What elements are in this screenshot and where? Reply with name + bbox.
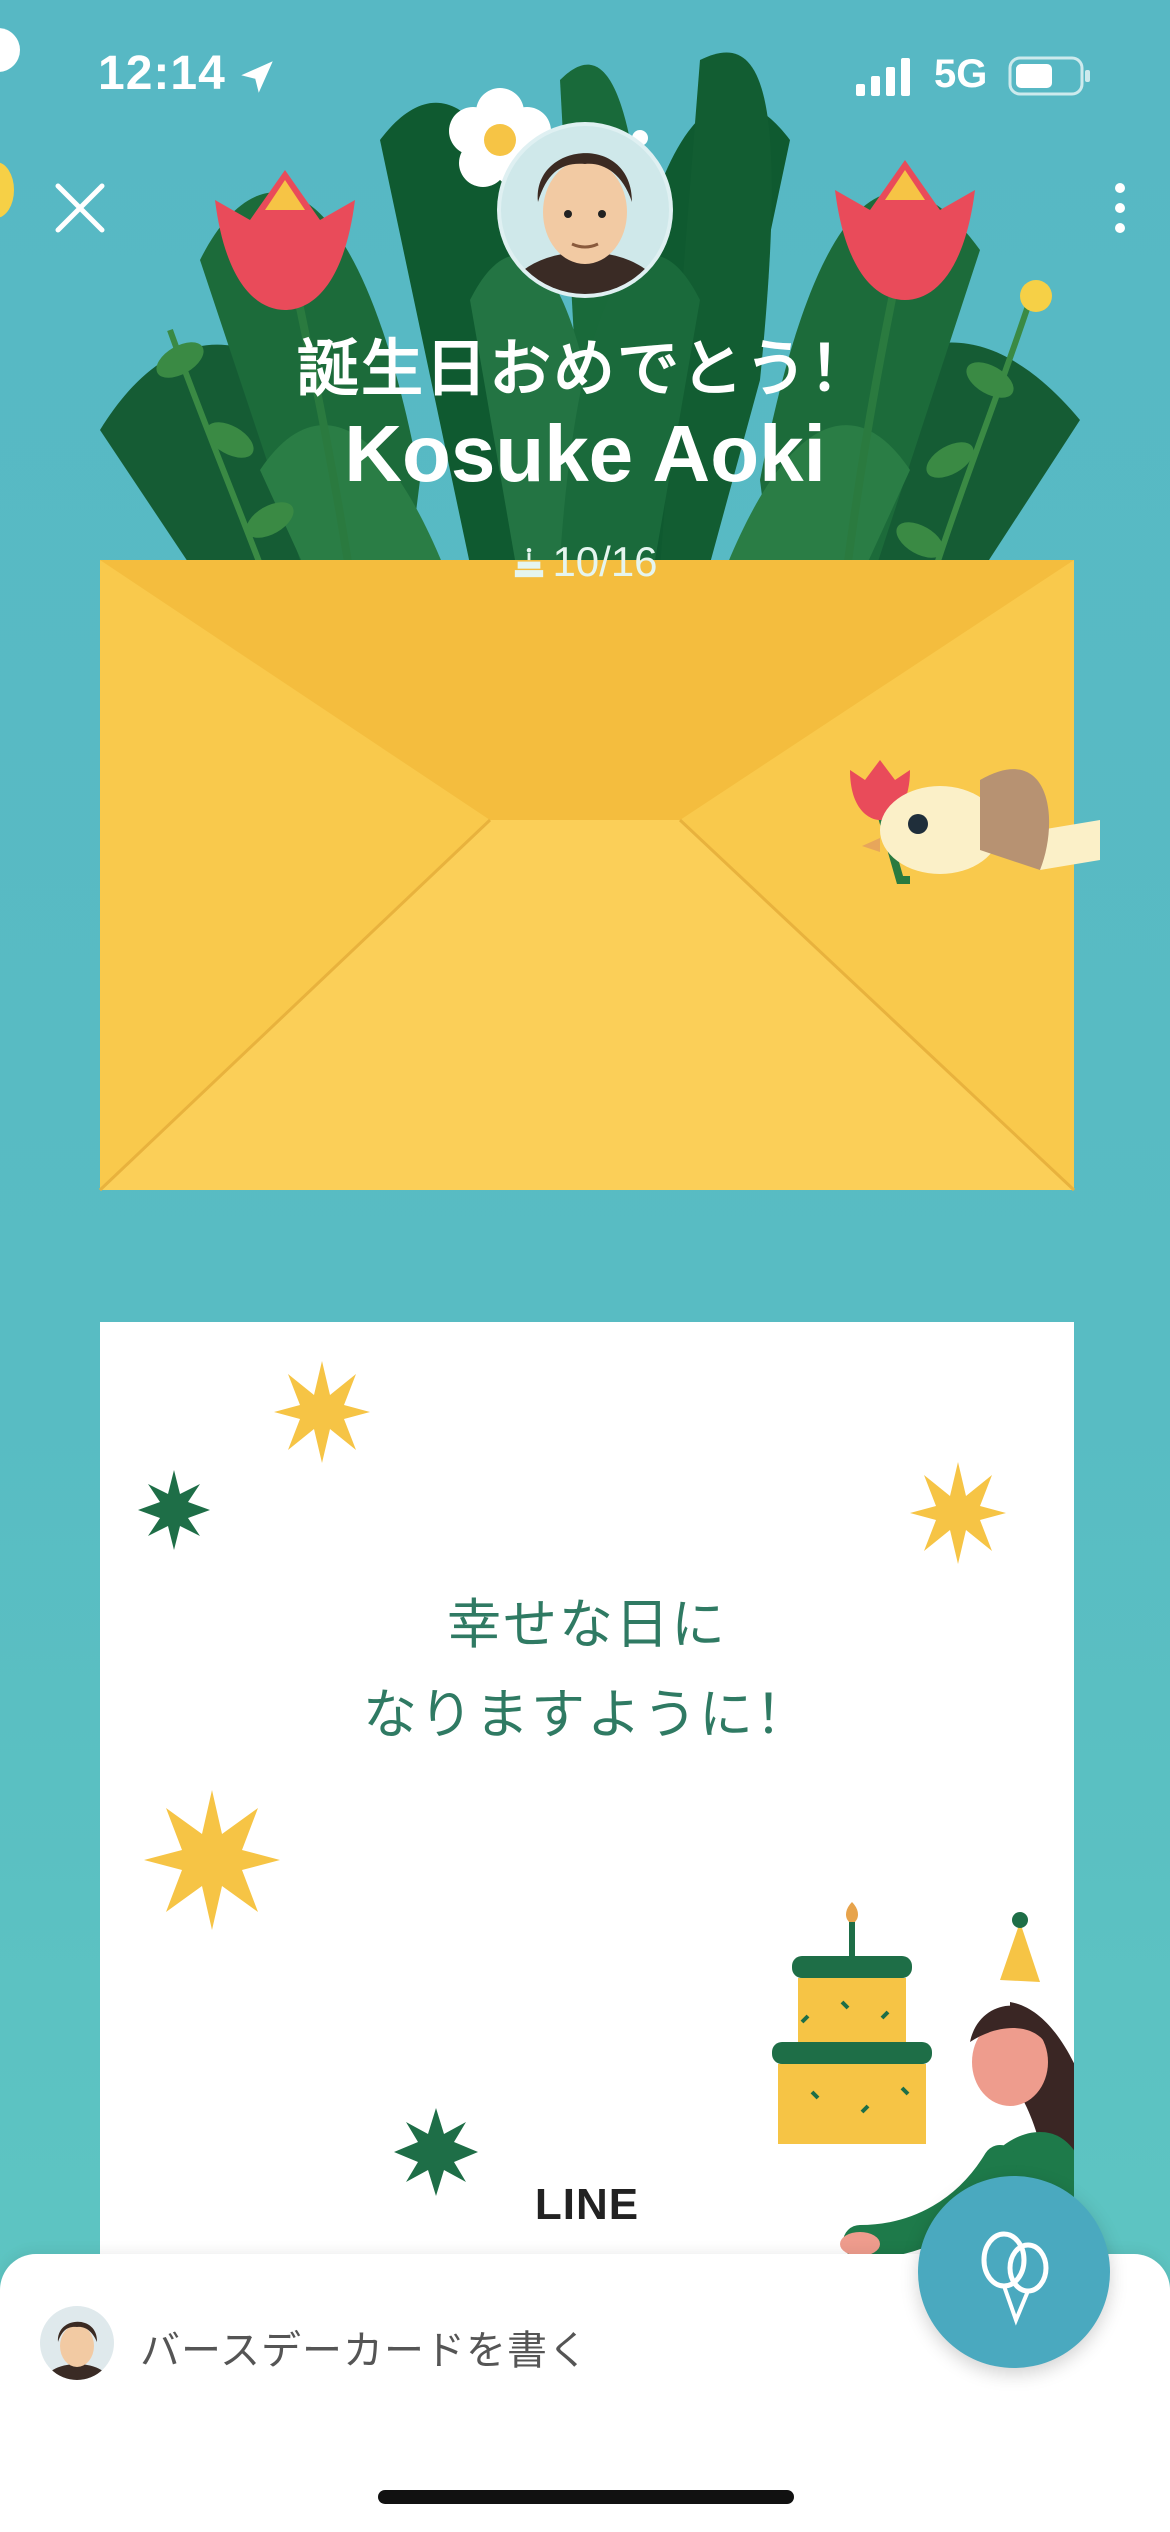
birthday-person-name: Kosuke Aoki xyxy=(344,409,826,498)
card-message-line1: 幸せな日に xyxy=(447,1593,727,1656)
balloon-icon xyxy=(981,2231,1049,2326)
card-decorations xyxy=(138,1361,1074,2302)
write-birthday-card-input[interactable]: バースデーカードを書く xyxy=(140,2318,589,2376)
status-bar: 12:14 5G xyxy=(0,0,1170,150)
close-icon[interactable] xyxy=(48,176,112,240)
location-arrow-icon xyxy=(241,61,273,93)
cake-icon xyxy=(515,547,544,578)
card-message: 幸せな日に なりますように！ xyxy=(100,1580,1074,1760)
birthday-date: 10/16 xyxy=(0,538,1170,586)
my-avatar xyxy=(40,2306,114,2380)
card-message-line2: なりますように！ xyxy=(363,1683,811,1746)
status-time: 12:14 xyxy=(98,47,226,100)
balloon-button[interactable] xyxy=(918,2176,1110,2368)
signal-icon xyxy=(856,58,910,96)
network-type: 5G xyxy=(934,52,988,96)
birthday-greeting: 誕生日おめでとう！ xyxy=(296,332,873,405)
more-vertical-icon[interactable] xyxy=(1102,176,1138,240)
home-indicator xyxy=(378,2490,794,2504)
birthday-card[interactable]: 幸せな日に なりますように！ LINE xyxy=(100,1322,1074,2322)
battery-icon xyxy=(1008,56,1090,96)
birthday-date-text: 10/16 xyxy=(552,538,658,585)
